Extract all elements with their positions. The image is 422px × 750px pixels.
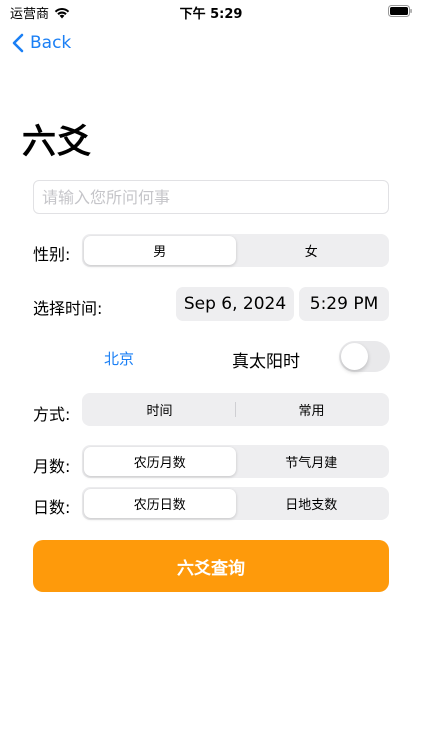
method-option-time[interactable]: 时间 [84, 395, 235, 424]
month-segmented-control: 农历月数 节气月建 [82, 445, 389, 478]
back-label: Back [30, 33, 72, 53]
gender-option-male[interactable]: 男 [84, 236, 236, 265]
solar-time-label: 真太阳时 [232, 352, 300, 372]
day-label: 日数: [33, 498, 71, 517]
page-title: 六爻 [22, 122, 92, 162]
month-option-lunar[interactable]: 农历月数 [84, 447, 236, 476]
location-link[interactable]: 北京 [104, 348, 134, 369]
day-option-lunar[interactable]: 农历日数 [84, 489, 236, 518]
day-segmented-control: 农历日数 日地支数 [82, 487, 389, 520]
chevron-left-icon [12, 33, 24, 53]
screen: 运营商 下午 5:29 Back 六爻 性别: 男 女 选择时间: Sep 6,… [0, 0, 422, 750]
date-picker-button[interactable]: Sep 6, 2024 [176, 287, 294, 321]
method-option-common[interactable]: 常用 [236, 395, 387, 424]
method-label: 方式: [33, 405, 71, 424]
battery-icon [388, 5, 412, 17]
day-option-earthly-branch[interactable]: 日地支数 [236, 489, 388, 518]
method-segmented-control: 时间 常用 [82, 393, 389, 426]
month-label: 月数: [33, 457, 71, 476]
gender-option-female[interactable]: 女 [236, 236, 388, 265]
status-bar: 运营商 下午 5:29 [0, 0, 422, 24]
gender-segmented-control: 男 女 [82, 234, 389, 267]
back-button[interactable]: Back [12, 31, 71, 55]
status-time: 下午 5:29 [179, 7, 243, 22]
submit-button[interactable]: 六爻查询 [33, 540, 389, 592]
time-select-label: 选择时间: [33, 299, 103, 318]
month-option-solar-term[interactable]: 节气月建 [236, 447, 388, 476]
question-input[interactable] [33, 180, 389, 214]
time-picker-button[interactable]: 5:29 PM [299, 287, 389, 321]
solar-time-toggle[interactable] [339, 341, 390, 372]
toggle-knob [341, 343, 368, 370]
gender-label: 性别: [33, 245, 71, 264]
